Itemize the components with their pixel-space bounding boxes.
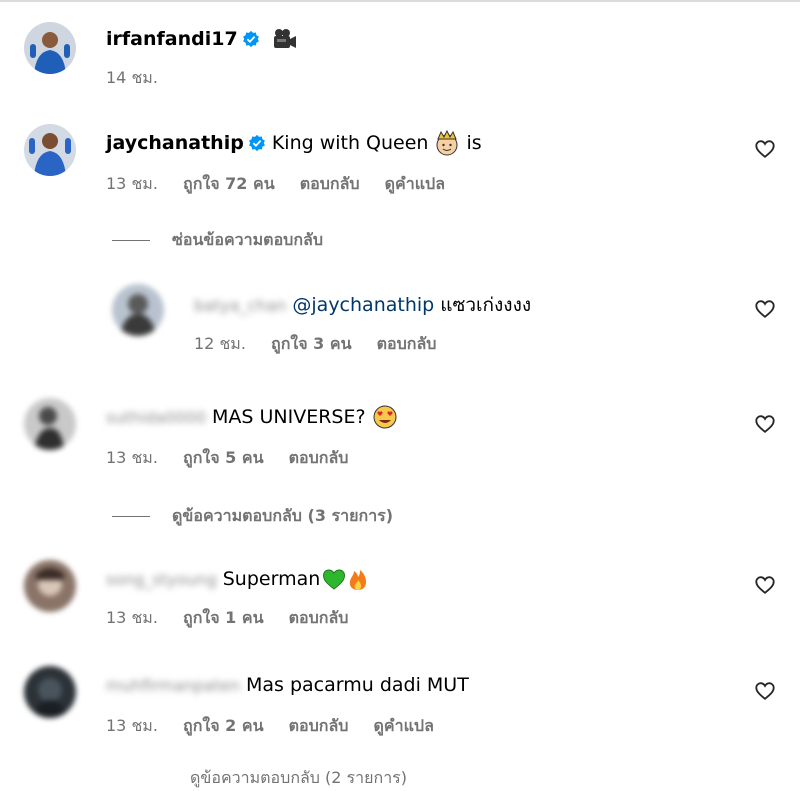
likes-count[interactable]: ถูกใจ 1 คน	[183, 608, 263, 627]
like-heart-icon[interactable]	[754, 413, 776, 435]
likes-count[interactable]: ถูกใจ 5 คน	[183, 448, 263, 467]
replies-divider	[112, 240, 150, 241]
likes-count[interactable]: ถูกใจ 3 คน	[271, 334, 351, 353]
comment-text-end: is	[466, 132, 482, 154]
like-heart-icon[interactable]	[754, 574, 776, 596]
avatar[interactable]	[24, 666, 76, 718]
blurred-username[interactable]: suthida0000	[106, 408, 206, 427]
comment-text: Mas pacarmu dadi MUT	[246, 674, 469, 696]
comment-time: 13 ชม.	[106, 174, 158, 193]
translate-button[interactable]: ดูคำแปล	[385, 174, 445, 193]
mention-link[interactable]: @jaychanathip	[292, 294, 434, 316]
blurred-username[interactable]: song_styoung	[106, 570, 217, 589]
comment-text: MAS UNIVERSE?	[212, 406, 366, 428]
verified-badge-icon	[248, 134, 266, 152]
avatar[interactable]	[24, 22, 76, 74]
comment-text: Superman	[222, 568, 321, 590]
verified-badge-icon	[242, 30, 260, 48]
blurred-username[interactable]: muhfirmanpaten	[106, 676, 240, 695]
reply-button[interactable]: ตอบกลับ	[289, 608, 349, 627]
translate-button[interactable]: ดูคำแปล	[374, 716, 434, 735]
avatar[interactable]	[24, 560, 76, 612]
avatar[interactable]	[112, 284, 164, 336]
likes-count[interactable]: ถูกใจ 72 คน	[183, 174, 275, 193]
king-crown-emoji-icon	[434, 130, 460, 156]
replies-toggle-label[interactable]: ดูข้อความตอบกลับ (3 รายการ)	[172, 504, 393, 529]
comment-time: 13 ชม.	[106, 448, 158, 467]
comment-time: 14 ชม.	[106, 68, 158, 87]
comment-time: 13 ชม.	[106, 608, 158, 627]
view-replies-toggle[interactable]: ดูข้อความตอบกลับ (3 รายการ)	[112, 504, 393, 529]
reply-button[interactable]: ตอบกลับ	[289, 716, 349, 735]
reply-button[interactable]: ตอบกลับ	[289, 448, 349, 467]
top-divider	[0, 0, 800, 2]
avatar[interactable]	[24, 398, 76, 450]
replies-toggle-label[interactable]: ซ่อนข้อความตอบกลับ	[172, 228, 323, 253]
comment-time: 13 ชม.	[106, 716, 158, 735]
like-heart-icon[interactable]	[754, 298, 776, 320]
username[interactable]: jaychanathip	[106, 132, 244, 154]
blurred-username[interactable]: batya_chan	[194, 296, 286, 315]
username[interactable]: irfanfandi17	[106, 28, 238, 50]
comment-text: แซวเก่งงงง	[440, 294, 532, 316]
reply-button[interactable]: ตอบกลับ	[300, 174, 360, 193]
view-replies-toggle-cut[interactable]: ดูข้อความตอบกลับ (2 รายการ)	[190, 766, 407, 791]
movie-camera-emoji-icon	[272, 26, 298, 52]
like-heart-icon[interactable]	[754, 680, 776, 702]
likes-count[interactable]: ถูกใจ 2 คน	[183, 716, 263, 735]
avatar[interactable]	[24, 124, 76, 176]
green-heart-fire-emoji-icon	[322, 566, 370, 592]
replies-divider	[112, 516, 150, 517]
comment-text: King with Queen	[271, 132, 429, 154]
hide-replies-toggle[interactable]: ซ่อนข้อความตอบกลับ	[112, 228, 323, 253]
like-heart-icon[interactable]	[754, 138, 776, 160]
comment-time: 12 ชม.	[194, 334, 246, 353]
reply-button[interactable]: ตอบกลับ	[377, 334, 437, 353]
heart-eyes-emoji-icon	[372, 404, 398, 430]
